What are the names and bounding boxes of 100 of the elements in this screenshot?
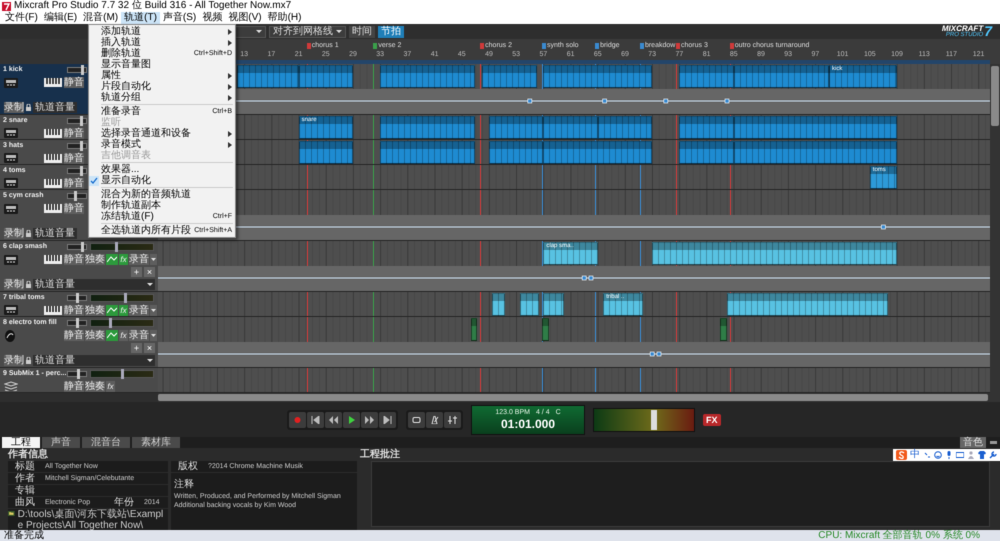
menu-item[interactable]: 编辑(E) bbox=[40, 12, 80, 24]
pan-slider[interactable] bbox=[90, 370, 154, 378]
marker-flag-icon[interactable] bbox=[480, 42, 484, 48]
notes-field[interactable] bbox=[371, 461, 990, 527]
panel-tab[interactable]: 工程 bbox=[2, 437, 40, 448]
menu-item[interactable]: 视图(V) bbox=[225, 12, 265, 24]
folder-icon[interactable] bbox=[8, 509, 15, 518]
menu-item[interactable]: 视频 bbox=[199, 12, 226, 24]
fx-button[interactable]: FX bbox=[703, 414, 721, 426]
menu-item[interactable]: 显示自动化 bbox=[89, 175, 235, 186]
skip-forward-button[interactable] bbox=[379, 412, 396, 428]
marker-flag-icon[interactable] bbox=[373, 42, 378, 48]
record-automation-button[interactable]: 录制 bbox=[4, 102, 24, 113]
skip-back-button[interactable] bbox=[307, 412, 324, 428]
master-volume-slider[interactable] bbox=[593, 408, 695, 432]
menu-item[interactable]: 轨道(T) bbox=[121, 12, 160, 24]
lock-icon[interactable] bbox=[26, 230, 31, 237]
remove-lane-button[interactable]: × bbox=[144, 343, 155, 353]
rewind-button[interactable] bbox=[325, 412, 342, 428]
time-mode-tab[interactable]: 时间 bbox=[349, 26, 375, 38]
automation-parameter-dropdown[interactable]: 轨道音量 bbox=[33, 102, 77, 113]
piano-keys-icon[interactable] bbox=[44, 255, 62, 264]
marker-flag-icon[interactable] bbox=[542, 42, 546, 48]
record-button[interactable] bbox=[289, 412, 306, 428]
clip[interactable] bbox=[543, 141, 652, 164]
mixer-button[interactable] bbox=[444, 412, 461, 428]
clip[interactable] bbox=[380, 65, 476, 88]
dock-button[interactable]: 音色 bbox=[960, 437, 986, 448]
automation-parameter-dropdown[interactable]: 轨道音量 bbox=[33, 228, 77, 239]
horizontal-scrollbar[interactable] bbox=[158, 393, 990, 402]
volume-slider[interactable] bbox=[67, 168, 87, 174]
clip[interactable] bbox=[543, 116, 598, 139]
slider-thumb[interactable] bbox=[80, 116, 83, 126]
volume-slider[interactable] bbox=[67, 118, 87, 124]
track-button[interactable]: 静音 bbox=[64, 304, 84, 316]
marker-flag-icon[interactable] bbox=[640, 42, 644, 48]
add-lane-button[interactable]: + bbox=[131, 343, 142, 353]
dropdown-button[interactable] bbox=[150, 254, 157, 265]
menu-item[interactable]: 混音(M) bbox=[80, 12, 122, 24]
clip[interactable] bbox=[679, 116, 734, 139]
record-automation-button[interactable]: 录制 bbox=[4, 228, 24, 239]
piano-keys-icon[interactable] bbox=[44, 178, 62, 188]
snap-dropdown[interactable]: 对齐到网格线 bbox=[269, 26, 346, 38]
metronome-button[interactable] bbox=[426, 412, 443, 428]
punctuation-icon[interactable] bbox=[923, 450, 931, 458]
play-button[interactable] bbox=[343, 412, 360, 428]
clip[interactable] bbox=[720, 318, 727, 341]
lock-icon[interactable] bbox=[26, 281, 31, 288]
lock-icon[interactable] bbox=[26, 357, 31, 364]
volume-slider[interactable] bbox=[67, 193, 87, 199]
track-button[interactable]: 独奏 bbox=[85, 380, 105, 392]
clip[interactable] bbox=[679, 65, 734, 88]
panel-tab[interactable]: 声音 bbox=[42, 437, 80, 448]
ime-logo-icon[interactable] bbox=[896, 450, 907, 460]
fast-forward-button[interactable] bbox=[361, 412, 378, 428]
marker-flag-icon[interactable] bbox=[730, 42, 734, 48]
menu-item[interactable]: 添加轨道 bbox=[89, 26, 235, 37]
slider-thumb[interactable] bbox=[76, 293, 79, 303]
volume-slider[interactable] bbox=[67, 143, 87, 149]
clip[interactable] bbox=[734, 141, 897, 164]
piano-keys-icon[interactable] bbox=[44, 128, 62, 138]
loop-button[interactable] bbox=[408, 412, 425, 428]
automation-envelope[interactable] bbox=[158, 266, 990, 291]
panel-tab[interactable]: 素材库 bbox=[132, 437, 180, 448]
dropdown-button[interactable] bbox=[150, 304, 157, 316]
fx-button[interactable]: fx bbox=[106, 380, 115, 392]
clip[interactable] bbox=[679, 141, 734, 164]
volume-slider[interactable] bbox=[67, 244, 87, 250]
clip[interactable] bbox=[542, 318, 549, 341]
clip[interactable] bbox=[727, 293, 888, 316]
track-button[interactable]: 录音 bbox=[129, 330, 149, 341]
volume-slider[interactable] bbox=[67, 371, 87, 377]
piano-keys-icon[interactable] bbox=[44, 306, 62, 314]
fx-button[interactable]: fx bbox=[119, 330, 128, 341]
scrollbar-thumb[interactable] bbox=[158, 394, 988, 401]
vertical-scrollbar[interactable] bbox=[990, 64, 1000, 402]
track-button[interactable]: 静音 bbox=[64, 380, 84, 392]
clip[interactable] bbox=[489, 141, 544, 164]
automation-button[interactable] bbox=[106, 304, 118, 316]
slider-thumb[interactable] bbox=[121, 369, 124, 379]
clip[interactable] bbox=[598, 116, 652, 139]
marker-flag-icon[interactable] bbox=[306, 42, 311, 48]
marker-flag-icon[interactable] bbox=[595, 42, 600, 48]
piano-keys-icon[interactable] bbox=[44, 78, 62, 87]
menu-item[interactable]: 文件(F) bbox=[2, 12, 41, 24]
keyboard-icon[interactable] bbox=[956, 450, 964, 458]
clip[interactable] bbox=[470, 318, 478, 341]
pan-slider[interactable] bbox=[90, 243, 154, 251]
lock-icon[interactable] bbox=[26, 104, 31, 111]
slider-thumb[interactable] bbox=[651, 410, 657, 430]
slider-thumb[interactable] bbox=[80, 65, 84, 75]
clip[interactable] bbox=[734, 65, 829, 88]
automation-parameter-dropdown[interactable]: 轨道音量 bbox=[33, 355, 155, 366]
input-mode-toggle[interactable]: 中 bbox=[910, 448, 920, 460]
clip[interactable] bbox=[652, 242, 897, 265]
clip[interactable] bbox=[298, 65, 353, 88]
slider-thumb[interactable] bbox=[108, 318, 112, 328]
piano-keys-icon[interactable] bbox=[44, 154, 62, 162]
slider-thumb[interactable] bbox=[80, 242, 84, 252]
pan-slider[interactable] bbox=[90, 319, 154, 327]
